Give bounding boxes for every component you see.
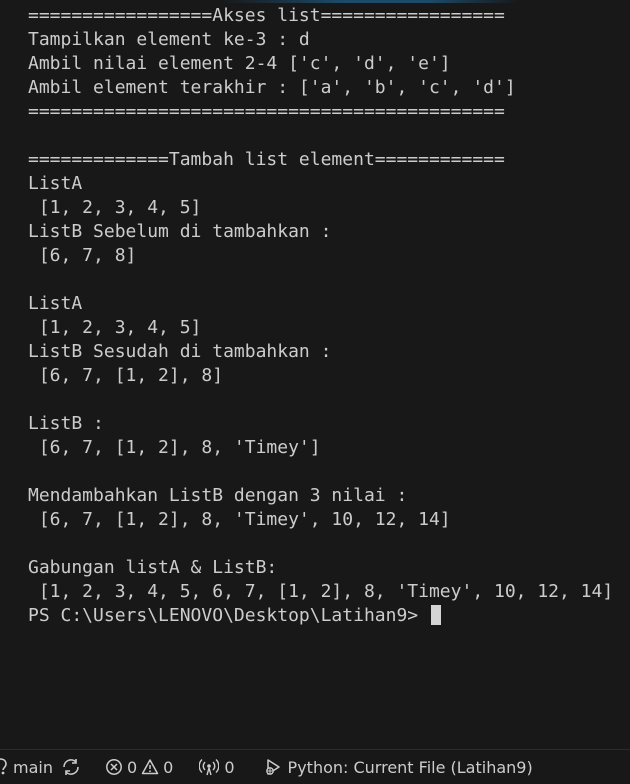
terminal-line: =================Akses list=============… [28,5,505,26]
terminal-prompt: PS C:\Users\LENOVO\Desktop\Latihan9> [28,605,429,626]
status-bar: main 0 0 0 Python: Current File (Latihan… [0,749,630,784]
terminal-line: Gabungan listA & ListB: [28,557,278,578]
broadcast-icon [199,758,220,776]
terminal-cursor [430,605,441,625]
warning-icon [141,758,159,776]
debug-icon [263,758,283,776]
terminal-line: [6, 7, [1, 2], 8] [28,365,224,386]
terminal-prompt-line[interactable]: PS C:\Users\LENOVO\Desktop\Latihan9> [28,604,630,628]
git-branch-icon [0,758,10,776]
sync-icon[interactable] [61,758,81,776]
error-icon [105,758,123,776]
error-count: 0 [126,757,138,777]
terminal-line: ========================================… [28,101,505,122]
ports-count: 0 [224,757,235,777]
terminal-line: Ambil nilai element 2-4 ['c', 'd', 'e'] [28,53,451,74]
terminal-line: =============Tambah list element========… [28,149,505,170]
ports-status[interactable]: 0 [193,750,240,784]
terminal-panel[interactable]: =================Akses list=============… [0,0,630,750]
branch-status[interactable]: main [0,750,87,784]
branch-name: main [13,757,53,777]
debug-configuration[interactable]: Python: Current File (Latihan9) [257,750,539,784]
terminal-line: ListB Sesudah di tambahkan : [28,341,332,362]
scrolled-text-remnant [220,0,520,3]
terminal-line: ListB : [28,413,104,434]
problems-status[interactable]: 0 0 [99,750,179,784]
debug-configuration-label: Python: Current File (Latihan9) [287,757,533,777]
terminal-line: [1, 2, 3, 4, 5] [28,197,202,218]
terminal-line: Tampilkan element ke-3 : d [28,29,310,50]
terminal-line: [6, 7, [1, 2], 8, 'Timey'] [28,437,321,458]
terminal-line: [6, 7, 8] [28,245,137,266]
terminal-line: Ambil element terakhir : ['a', 'b', 'c',… [28,77,516,98]
warning-count: 0 [163,757,174,777]
terminal-line: ListA [28,293,83,314]
terminal-line: [1, 2, 3, 4, 5] [28,317,202,338]
terminal-line: [6, 7, [1, 2], 8, 'Timey', 10, 12, 14] [28,509,451,530]
terminal-line: Mendambahkan ListB dengan 3 nilai : [28,485,408,506]
terminal-line: ListA [28,173,83,194]
terminal-output: =================Akses list=============… [28,4,630,628]
terminal-line: [1, 2, 3, 4, 5, 6, 7, [1, 2], 8, 'Timey'… [28,581,614,602]
terminal-line: ListB Sebelum di tambahkan : [28,221,332,242]
